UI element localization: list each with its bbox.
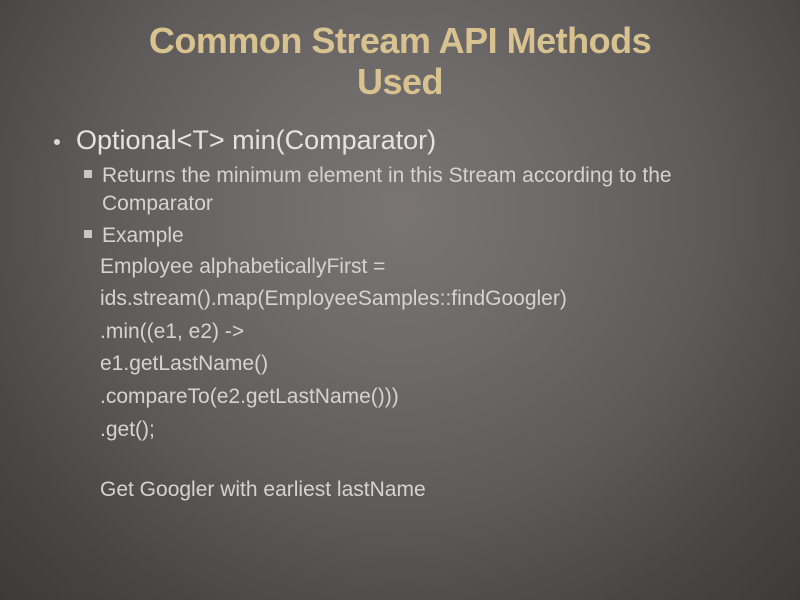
code-line: ids.stream().map(EmployeeSamples::findGo… (100, 283, 752, 316)
code-line: .get(); (100, 414, 752, 447)
sub2-text: Example (102, 222, 184, 250)
bullet1-text: Optional<T> min(Comparator) (76, 125, 436, 156)
bullet-square-icon (84, 170, 92, 178)
code-line: Employee alphabeticallyFirst = (100, 251, 752, 284)
code-block: Employee alphabeticallyFirst = ids.strea… (100, 251, 752, 507)
sub1-text: Returns the minimum element in this Stre… (102, 162, 752, 219)
title-line-2: Used (357, 61, 443, 102)
bullet-square-icon (84, 230, 92, 238)
page-title: Common Stream API Methods Used (48, 20, 752, 103)
bullet-level2: Returns the minimum element in this Stre… (84, 162, 752, 219)
spacer (100, 446, 752, 474)
bullet-level1: Optional<T> min(Comparator) (54, 125, 752, 156)
code-line: e1.getLastName() (100, 348, 752, 381)
code-line: .compareTo(e2.getLastName())) (100, 381, 752, 414)
bullet-level2: Example (84, 222, 752, 250)
bullet-dot-icon (54, 139, 60, 145)
code-line: .min((e1, e2) -> (100, 316, 752, 349)
title-line-1: Common Stream API Methods (149, 20, 651, 61)
note-line: Get Googler with earliest lastName (100, 474, 752, 507)
slide: Common Stream API Methods Used Optional<… (0, 0, 800, 507)
